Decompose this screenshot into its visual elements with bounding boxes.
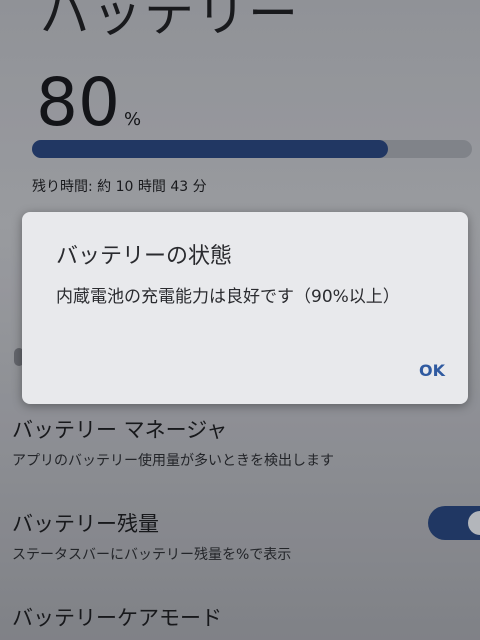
dialog-message: 内蔵電池の充電能力は良好です（90%以上） (56, 287, 400, 307)
battery-status-dialog: バッテリーの状態 内蔵電池の充電能力は良好です（90%以上） OK (22, 212, 468, 404)
ok-button[interactable]: OK (402, 352, 462, 388)
dialog-title: バッテリーの状態 (56, 244, 233, 269)
